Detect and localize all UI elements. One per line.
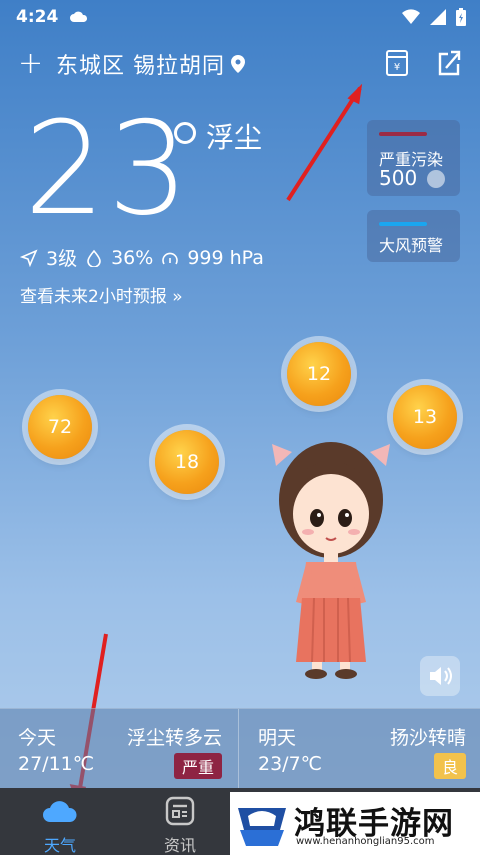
annotation-arrow — [286, 83, 363, 202]
site-watermark: 鸿联手游网 www.henanhonglian95.com — [230, 792, 480, 855]
wind-direction-icon — [20, 248, 38, 267]
forecast-condition: 扬沙转晴 — [389, 727, 466, 749]
forecast-temperature: 23/7℃ — [258, 753, 323, 775]
wind-alert-bar — [379, 222, 427, 226]
news-icon — [165, 796, 195, 826]
humidity-icon — [87, 249, 101, 267]
skull-icon — [427, 170, 445, 188]
pressure-value: 999 hPa — [187, 246, 264, 269]
forecast-condition: 浮尘转多云 — [126, 727, 222, 749]
share-icon[interactable] — [436, 48, 462, 78]
signal-icon — [430, 9, 446, 25]
nav-tab-news[interactable]: 资讯 — [140, 788, 220, 855]
nav-tab-weather[interactable]: 天气 — [20, 788, 100, 855]
pollution-aqi-value: 500 — [379, 166, 418, 190]
wind-alert-card[interactable]: 大风预警 — [367, 210, 460, 262]
reward-bubble[interactable]: 12 — [287, 342, 351, 406]
location-pin-icon — [231, 55, 245, 73]
wind-level: 3级 — [46, 248, 78, 270]
nav-label: 资讯 — [163, 836, 196, 855]
two-hour-forecast-link[interactable]: 查看未来2小时预报 » — [20, 282, 183, 307]
location-header: + 东城区 锡拉胡同 ¥ — [18, 44, 462, 84]
forecast-temperature: 27/11℃ — [18, 753, 95, 775]
watermark-url: www.henanhonglian95.com — [296, 836, 435, 847]
nav-label: 天气 — [43, 836, 76, 855]
forecast-day-label: 今天 — [18, 727, 57, 749]
forecast-day-label: 明天 — [258, 727, 297, 749]
current-condition: 浮尘 — [206, 121, 263, 154]
wifi-icon — [402, 9, 420, 24]
pollution-alert-card[interactable]: 严重污染 500 — [367, 120, 460, 196]
humidity-value: 36% — [111, 246, 154, 269]
wind-alert-title: 大风预警 — [379, 236, 444, 255]
add-icon[interactable]: + — [18, 49, 44, 79]
location-name[interactable]: 东城区 锡拉胡同 — [56, 48, 225, 80]
air-quality-badge: 良 — [433, 753, 466, 779]
daily-forecast: 今天 浮尘转多云 27/11℃ 严重 明天 扬沙转晴 23/7℃ 良 — [0, 708, 480, 789]
svg-text:¥: ¥ — [394, 62, 400, 73]
weather-stats: 3级 36% 999 hPa — [20, 244, 264, 271]
forecast-tomorrow[interactable]: 明天 扬沙转晴 23/7℃ 良 — [240, 709, 480, 789]
bull-logo-icon — [238, 808, 286, 846]
speaker-icon[interactable] — [420, 656, 460, 696]
air-quality-badge: 严重 — [173, 753, 222, 779]
cloud-status-icon — [70, 11, 88, 22]
degree-symbol — [174, 122, 196, 144]
status-bar: 4:24 — [0, 0, 480, 34]
cartoon-girl-avatar[interactable] — [262, 430, 400, 682]
current-temperature: 23 — [24, 95, 191, 244]
reward-bubble[interactable]: 18 — [155, 430, 219, 494]
status-time: 4:24 — [16, 7, 59, 27]
forecast-today[interactable]: 今天 浮尘转多云 27/11℃ 严重 — [0, 709, 236, 789]
pressure-icon — [162, 252, 179, 264]
wallet-icon[interactable]: ¥ — [384, 48, 410, 78]
reward-bubble[interactable]: 13 — [393, 385, 457, 449]
reward-bubble[interactable]: 72 — [28, 395, 92, 459]
forecast-divider — [238, 709, 239, 789]
cloud-icon — [43, 801, 77, 822]
battery-icon — [456, 8, 466, 26]
pollution-alert-bar — [379, 132, 427, 136]
status-icons — [402, 8, 466, 26]
